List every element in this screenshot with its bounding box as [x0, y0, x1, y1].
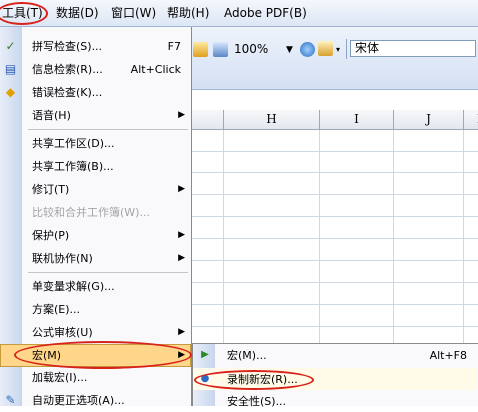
- submenu-item-shortcut: Alt+F8: [429, 349, 467, 362]
- zoom-dropdown-icon[interactable]: ▼: [286, 42, 293, 58]
- menu-window[interactable]: 窗口(W): [111, 5, 156, 21]
- menu-item-label: 信息检索(R)...: [32, 63, 103, 76]
- menu-item-shortcut: F7: [167, 40, 181, 53]
- research-icon: ▤: [4, 62, 17, 76]
- grid-line: [188, 282, 478, 283]
- toolbar-divider: [346, 39, 347, 59]
- menu-bar: 工具(T) 数据(D) 窗口(W) 帮助(H) Adobe PDF(B): [0, 0, 478, 27]
- menu-item-macro[interactable]: 宏(M) ▶: [0, 344, 191, 367]
- menu-item-label: 公式审核(U): [32, 326, 93, 339]
- menu-item-online-collab[interactable]: 联机协作(N) ▶: [0, 247, 191, 270]
- menu-item-compare-merge: 比较和合并工作簿(W)...: [0, 201, 191, 224]
- menu-item-label: 宏(M): [32, 349, 62, 362]
- submenu-arrow-icon: ▶: [178, 327, 185, 337]
- drawing-icon[interactable]: [213, 42, 228, 57]
- toolbar: 100% ▼ ▾ 宋体: [188, 27, 478, 90]
- submenu-item-record-macro[interactable]: ● 录制新宏(R)...: [193, 368, 477, 390]
- menu-separator: [28, 272, 188, 273]
- menu-item-label: 保护(P): [32, 229, 70, 242]
- menu-item-addins[interactable]: 加载宏(I)...: [0, 366, 191, 389]
- menu-item-shared-workspace[interactable]: 共享工作区(D)...: [0, 132, 191, 155]
- menu-item-label: 修订(T): [32, 183, 70, 196]
- font-name-box[interactable]: 宋体: [350, 40, 476, 57]
- grid-line: [188, 172, 478, 173]
- menu-item-share-workbook[interactable]: 共享工作簿(B)...: [0, 155, 191, 178]
- grid-line: [188, 151, 478, 152]
- submenu-item-macros[interactable]: ▶ 宏(M)... Alt+F8: [193, 344, 477, 366]
- column-header-k[interactable]: K: [464, 110, 478, 130]
- submenu-arrow-icon: ▶: [178, 253, 185, 263]
- toolbar-options-icon[interactable]: ▾: [336, 42, 340, 58]
- menu-item-label: 加载宏(I)...: [32, 371, 88, 384]
- submenu-item-label: 安全性(S)...: [227, 395, 287, 408]
- menu-data[interactable]: 数据(D): [56, 5, 99, 21]
- error-check-icon: ◆: [5, 85, 16, 99]
- record-macro-icon: ●: [200, 373, 210, 384]
- grid-line: [188, 216, 478, 217]
- submenu-arrow-icon: ▶: [178, 350, 185, 360]
- chart-wizard-icon[interactable]: [193, 42, 208, 57]
- menu-item-speech[interactable]: 语音(H) ▶: [0, 104, 191, 127]
- menu-item-label: 拼写检查(S)...: [32, 40, 103, 53]
- menu-item-label: 错误检查(K)...: [32, 86, 103, 99]
- menu-item-label: 共享工作区(D)...: [32, 137, 115, 150]
- column-header-h[interactable]: H: [224, 110, 320, 130]
- grid-line: [188, 260, 478, 261]
- menu-item-label: 方案(E)...: [32, 303, 81, 316]
- grid-line: [188, 326, 478, 327]
- submenu-arrow-icon: ▶: [178, 184, 185, 194]
- column-header-g[interactable]: [188, 110, 224, 130]
- menu-item-error-check[interactable]: ◆ 错误检查(K)...: [0, 81, 191, 104]
- menu-item-autocorrect[interactable]: ✎ 自动更正选项(A)...: [0, 389, 191, 412]
- menu-item-protection[interactable]: 保护(P) ▶: [0, 224, 191, 247]
- menu-adobe-pdf[interactable]: Adobe PDF(B): [224, 5, 307, 21]
- submenu-item-label: 宏(M)...: [227, 349, 267, 362]
- menu-item-label: 语音(H): [32, 109, 71, 122]
- macro-submenu: ▶ 宏(M)... Alt+F8 ● 录制新宏(R)... 安全性(S)...: [192, 343, 478, 408]
- menu-item-spelling[interactable]: ✓ 拼写检查(S)... F7: [0, 35, 191, 58]
- menu-separator: [28, 129, 188, 130]
- font-name-value: 宋体: [355, 41, 380, 55]
- menu-tools[interactable]: 工具(T): [2, 5, 43, 21]
- grid-line: [188, 238, 478, 239]
- help-icon[interactable]: [300, 42, 315, 57]
- submenu-item-security[interactable]: 安全性(S)...: [193, 390, 477, 412]
- menu-item-goal-seek[interactable]: 单变量求解(G)...: [0, 275, 191, 298]
- menu-help[interactable]: 帮助(H): [167, 5, 209, 21]
- grid-line: [188, 304, 478, 305]
- menu-item-label: 联机协作(N): [32, 252, 93, 265]
- menu-item-formula-auditing[interactable]: 公式审核(U) ▶: [0, 321, 191, 344]
- menu-item-research[interactable]: ▤ 信息检索(R)... Alt+Click: [0, 58, 191, 81]
- menu-item-scenarios[interactable]: 方案(E)...: [0, 298, 191, 321]
- menu-item-label: 比较和合并工作簿(W)...: [32, 206, 150, 219]
- column-header-j[interactable]: J: [394, 110, 464, 130]
- submenu-arrow-icon: ▶: [178, 110, 185, 120]
- menu-item-shortcut: Alt+Click: [130, 63, 181, 76]
- play-icon: ▶: [201, 349, 209, 360]
- menu-item-label: 共享工作簿(B)...: [32, 160, 114, 173]
- grid-line: [188, 194, 478, 195]
- submenu-item-label: 录制新宏(R)...: [227, 373, 298, 386]
- submenu-arrow-icon: ▶: [178, 230, 185, 240]
- zoom-value: 100%: [234, 42, 269, 56]
- research-icon[interactable]: [318, 41, 333, 56]
- menu-item-track-changes[interactable]: 修订(T) ▶: [0, 178, 191, 201]
- tools-menu: ✓ 拼写检查(S)... F7 ▤ 信息检索(R)... Alt+Click ◆…: [0, 27, 192, 407]
- column-header-i[interactable]: I: [320, 110, 394, 130]
- spelling-icon: ✓: [5, 39, 16, 53]
- menu-item-label: 单变量求解(G)...: [32, 280, 115, 293]
